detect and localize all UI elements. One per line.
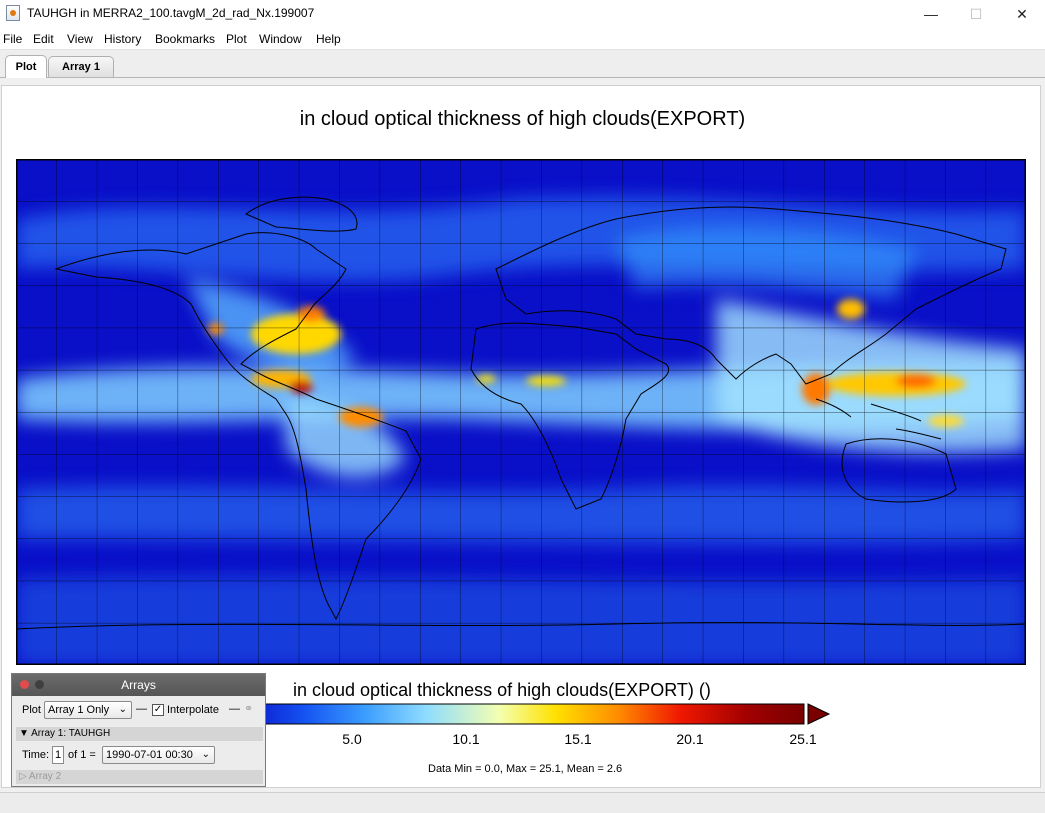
plot-mode-label: Plot — [22, 704, 41, 716]
global-map-plot[interactable] — [16, 159, 1026, 665]
interpolate-checkbox[interactable]: ✓ — [152, 704, 164, 716]
colorbar-tick-15: 15.1 — [564, 731, 592, 747]
tab-plot[interactable]: Plot — [5, 55, 47, 78]
close-button[interactable]: ✕ — [999, 0, 1045, 28]
array-2-section-header[interactable]: ▷ Array 2 — [16, 770, 263, 784]
maximize-button[interactable]: ☐ — [953, 0, 999, 28]
colorbar-title: in cloud optical thickness of high cloud… — [293, 680, 711, 700]
status-bar — [0, 792, 1045, 813]
plot-title: in cloud optical thickness of high cloud… — [299, 108, 746, 130]
palette-titlebar[interactable]: Arrays — [12, 674, 265, 696]
colorbar-scale — [240, 703, 805, 725]
time-label: Time: — [22, 749, 50, 761]
palette-title: Arrays — [121, 678, 156, 692]
tab-strip — [0, 50, 1045, 78]
java-app-icon — [6, 5, 20, 21]
colorbar — [240, 703, 831, 725]
menu-help[interactable]: Help — [316, 32, 341, 46]
colorbar-tick-10: 10.1 — [452, 731, 480, 747]
array-1-section-header[interactable]: ▼ Array 1: TAUHGH — [16, 727, 263, 741]
time-select[interactable]: 1990-07-01 00:30 ⌄ — [102, 746, 215, 764]
time-value: 1990-07-01 00:30 — [106, 749, 193, 761]
tab-array-1[interactable]: Array 1 — [48, 56, 114, 77]
menu-plot[interactable]: Plot — [226, 32, 247, 46]
plot-mode-value: Array 1 Only — [48, 704, 110, 716]
data-stats: Data Min = 0.0, Max = 25.1, Mean = 2.6 — [428, 763, 623, 775]
menu-bar: File Edit View History Bookmarks Plot Wi… — [0, 28, 1045, 50]
plot-mode-row: Plot Array 1 Only ⌄ — ✓ Interpolate — ⚭ — [12, 700, 265, 722]
chevron-down-icon: ⌄ — [118, 704, 127, 715]
menu-edit[interactable]: Edit — [33, 32, 54, 46]
plot-mode-select[interactable]: Array 1 Only ⌄ — [44, 701, 132, 719]
menu-history[interactable]: History — [104, 32, 141, 46]
chevron-down-icon: ⌄ — [201, 749, 210, 760]
menu-file[interactable]: File — [3, 32, 22, 46]
menu-bookmarks[interactable]: Bookmarks — [155, 32, 215, 46]
interpolate-label: Interpolate — [167, 704, 219, 716]
menu-window[interactable]: Window — [259, 32, 302, 46]
separator-dash: — — [136, 703, 147, 715]
minimize-button[interactable]: — — [908, 0, 954, 28]
arrays-palette: Arrays Plot Array 1 Only ⌄ — ✓ Interpola… — [11, 673, 266, 787]
colorbar-tick-20: 20.1 — [676, 731, 704, 747]
colorbar-tick-5: 5.0 — [342, 731, 362, 747]
window-titlebar: TAUHGH in MERRA2_100.tavgM_2d_rad_Nx.199… — [0, 0, 1045, 28]
colorbar-tick-25: 25.1 — [789, 731, 817, 747]
lat-lon-grid — [16, 159, 1026, 665]
colorbar-extend-arrow — [807, 703, 831, 725]
link-icon: ⚭ — [244, 703, 254, 715]
time-index-field[interactable]: 1 — [52, 746, 64, 764]
menu-view[interactable]: View — [67, 32, 93, 46]
window-title: TAUHGH in MERRA2_100.tavgM_2d_rad_Nx.199… — [27, 6, 315, 20]
separator-dash-2: — — [229, 703, 240, 715]
time-of-label: of 1 = — [68, 749, 96, 761]
